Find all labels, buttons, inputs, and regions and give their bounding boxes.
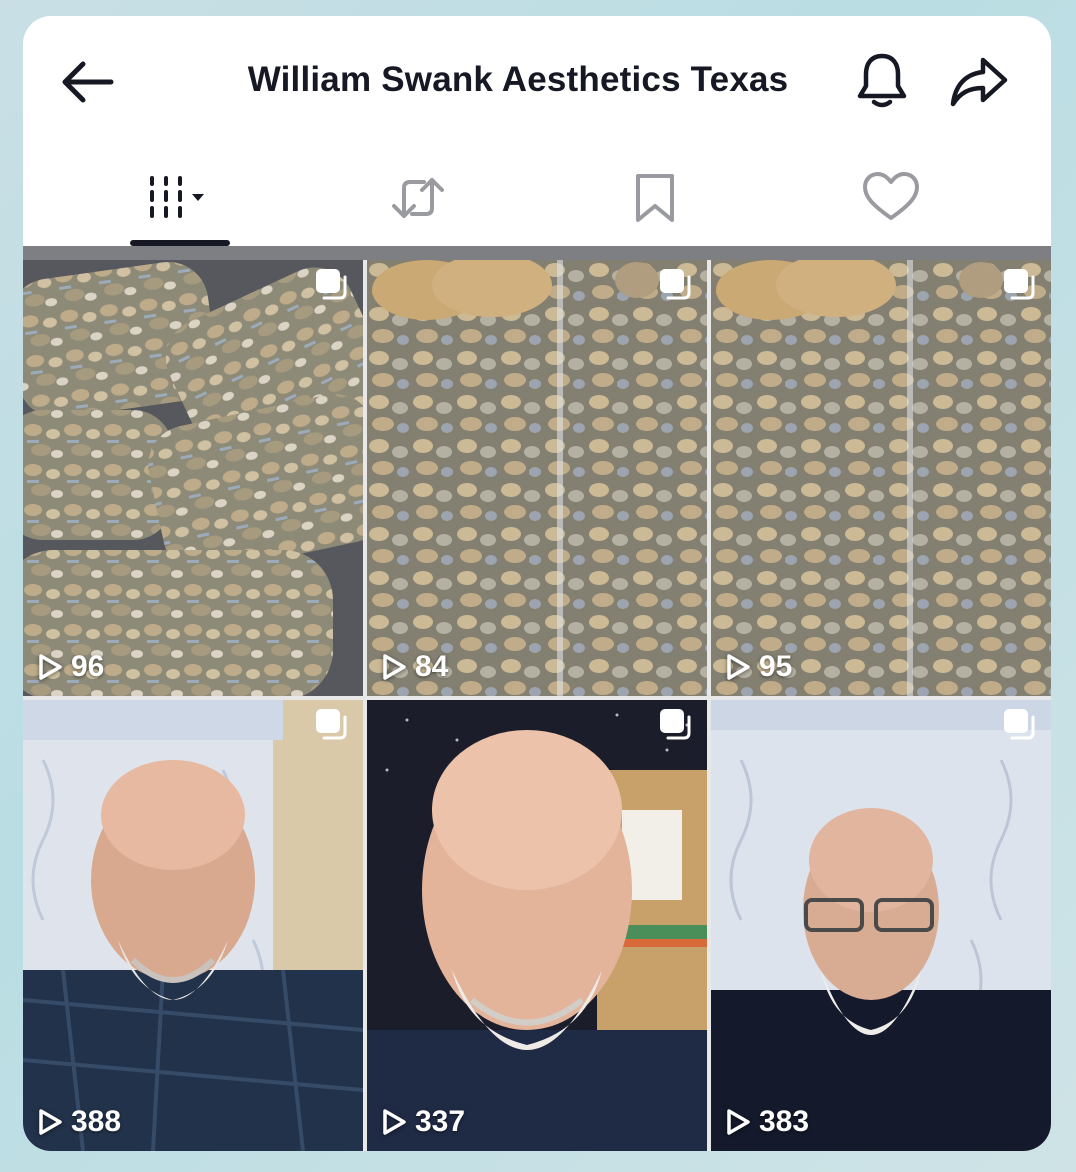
multi-photo-icon xyxy=(1004,709,1035,740)
tab-reposts[interactable] xyxy=(348,156,488,248)
tab-favorites[interactable] xyxy=(585,156,725,248)
multi-photo-icon xyxy=(316,269,347,300)
video-thumbnail xyxy=(711,260,1051,696)
play-icon xyxy=(727,1109,750,1135)
bell-icon xyxy=(857,53,907,108)
arrow-left-icon xyxy=(62,61,114,103)
video-grid: 96 84 95 388 337 383 xyxy=(23,260,1051,1151)
view-count: 383 xyxy=(725,1105,809,1139)
video-thumbnail xyxy=(23,260,363,696)
back-button[interactable] xyxy=(57,56,117,108)
view-count-number: 95 xyxy=(759,650,793,683)
multi-photo-icon xyxy=(660,269,691,300)
play-icon xyxy=(383,654,406,680)
video-tile[interactable]: 84 xyxy=(367,260,707,696)
grid-dropdown-icon xyxy=(150,176,204,218)
share-arrow-icon xyxy=(950,57,1008,107)
view-count: 95 xyxy=(725,650,792,684)
view-count-number: 84 xyxy=(415,650,449,683)
video-tile[interactable]: 383 xyxy=(711,700,1051,1151)
tab-videos[interactable] xyxy=(110,156,250,248)
view-count-number: 337 xyxy=(415,1105,466,1138)
page-title: William Swank Aesthetics Texas xyxy=(247,60,789,99)
play-icon xyxy=(383,1109,406,1135)
notification-bell-button[interactable] xyxy=(853,50,911,112)
header-bar: William Swank Aesthetics Texas xyxy=(23,16,1051,146)
tab-liked[interactable] xyxy=(821,156,961,248)
share-button[interactable] xyxy=(949,54,1009,110)
multi-photo-icon xyxy=(316,709,347,740)
tabs-divider xyxy=(23,246,1051,260)
profile-card: William Swank Aesthetics Texas 96 84 95 … xyxy=(23,16,1051,1151)
video-tile[interactable]: 95 xyxy=(711,260,1051,696)
view-count-number: 383 xyxy=(759,1105,810,1138)
video-tile[interactable]: 96 xyxy=(23,260,363,696)
view-count: 96 xyxy=(37,650,104,684)
play-icon xyxy=(727,654,750,680)
multi-photo-icon xyxy=(660,709,691,740)
repost-icon xyxy=(392,178,444,218)
view-count: 84 xyxy=(381,650,448,684)
profile-tabs xyxy=(23,156,1051,248)
view-count: 337 xyxy=(381,1105,465,1139)
play-icon xyxy=(39,654,62,680)
video-tile[interactable]: 388 xyxy=(23,700,363,1151)
video-thumbnail xyxy=(23,700,363,1151)
view-count-number: 96 xyxy=(71,650,105,683)
bookmark-icon xyxy=(636,174,674,222)
heart-icon xyxy=(863,172,919,220)
multi-photo-icon xyxy=(1004,269,1035,300)
video-thumbnail xyxy=(711,700,1051,1151)
video-tile[interactable]: 337 xyxy=(367,700,707,1151)
view-count: 388 xyxy=(37,1105,121,1139)
view-count-number: 388 xyxy=(71,1105,122,1138)
video-thumbnail xyxy=(367,700,707,1151)
video-thumbnail xyxy=(367,260,707,696)
play-icon xyxy=(39,1109,62,1135)
